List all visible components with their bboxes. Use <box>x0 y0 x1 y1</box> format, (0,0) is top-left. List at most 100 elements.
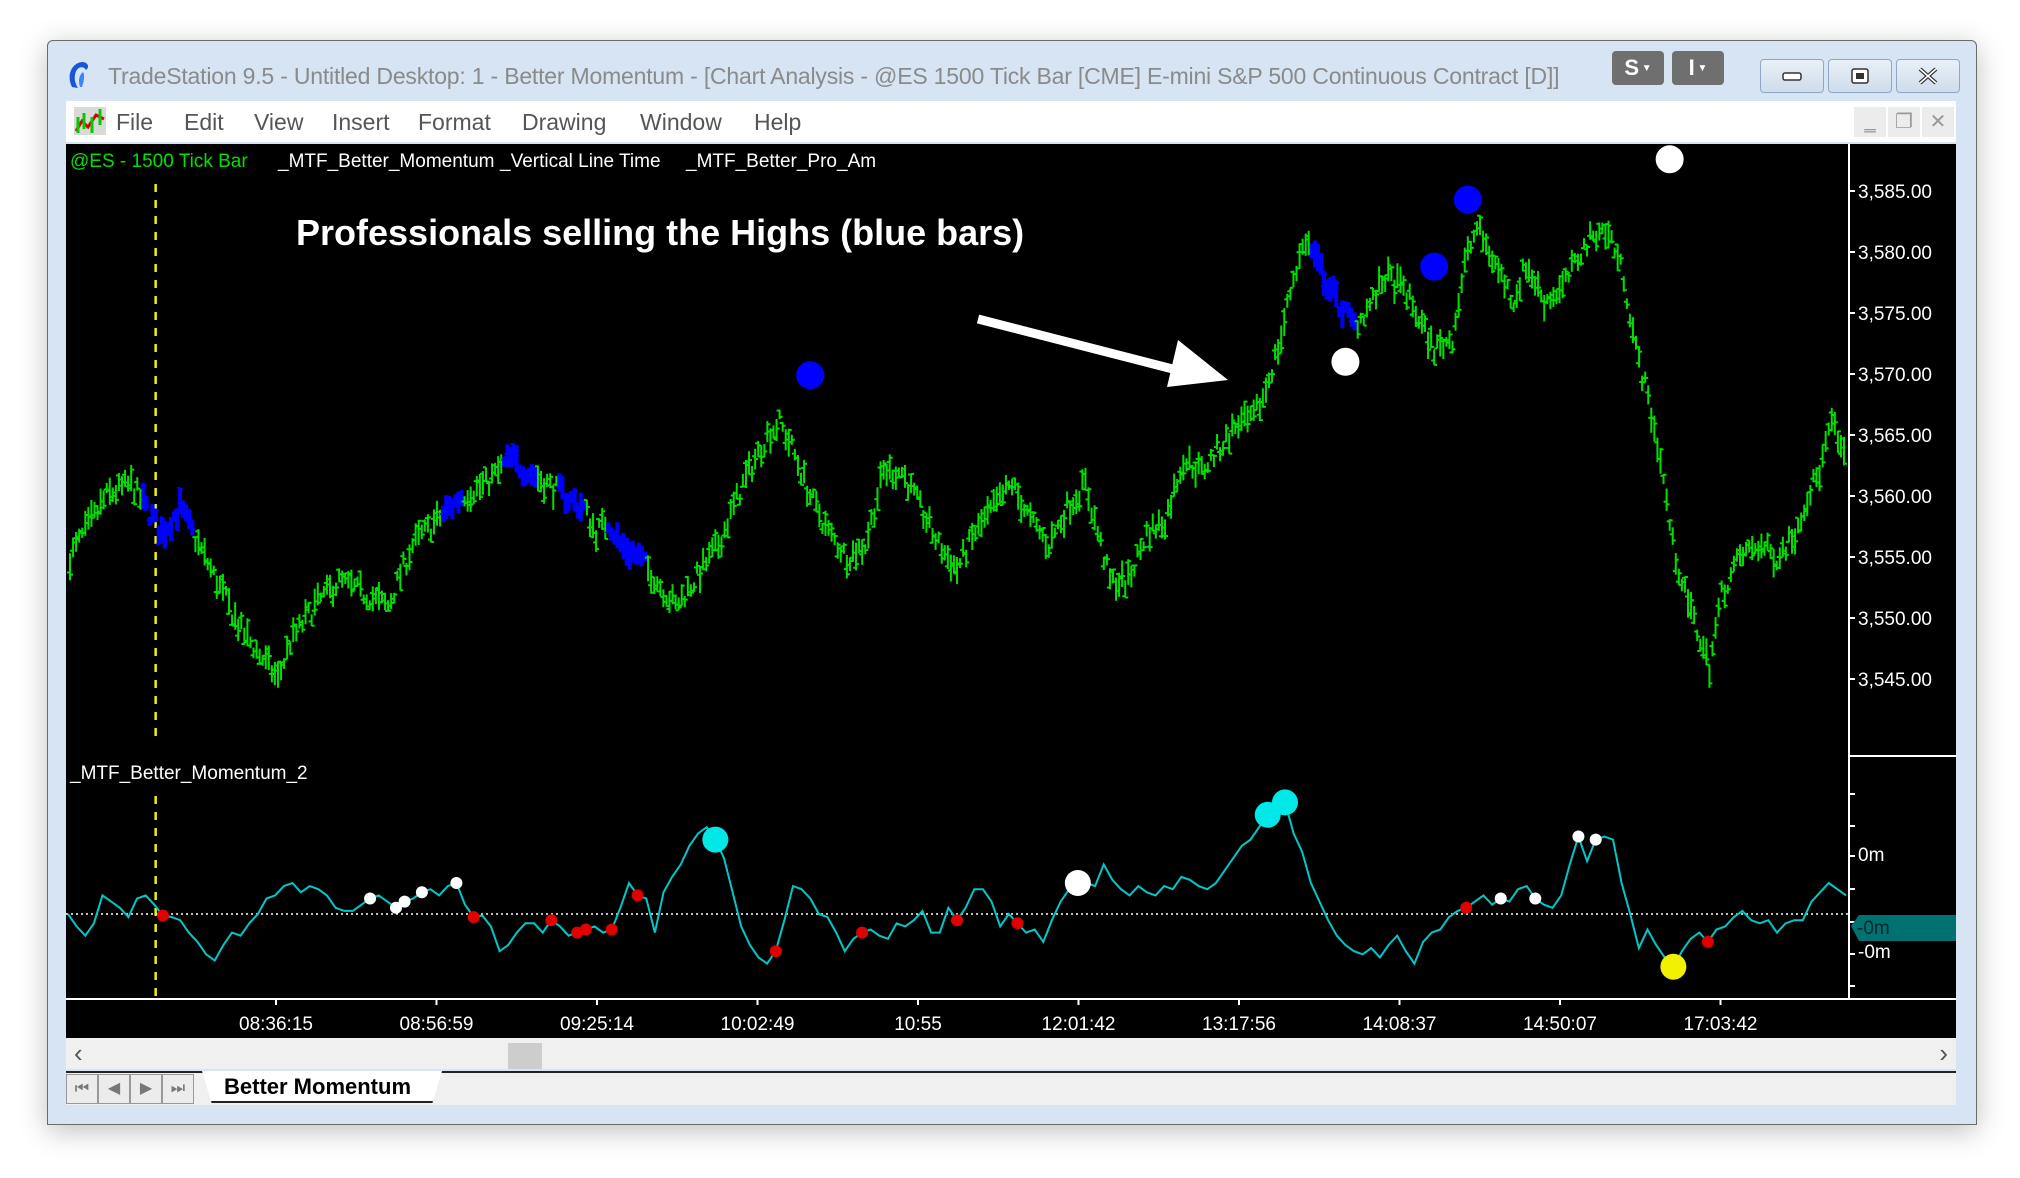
menu-insert[interactable]: Insert <box>332 109 390 136</box>
mdi-minimize-button[interactable]: ‗ <box>1854 107 1886 137</box>
menu-format[interactable]: Format <box>418 109 491 136</box>
first-tab-button[interactable]: ⏮ <box>66 1074 98 1104</box>
close-icon <box>1918 67 1938 85</box>
oscillator-marker-red <box>1460 901 1473 914</box>
price-bar <box>550 484 557 510</box>
tradestation-logo-icon <box>69 62 89 88</box>
horizontal-scrollbar[interactable]: ‹ › <box>66 1038 1956 1069</box>
signal-dot-blue <box>1453 185 1482 214</box>
menu-view[interactable]: View <box>254 109 303 136</box>
price-tick-label: 3,565.00 <box>1858 426 1932 447</box>
time-tick-label: 10:55 <box>894 1014 942 1035</box>
oscillator-marker-white <box>1529 892 1542 905</box>
oscillator-marker-red <box>631 889 644 902</box>
signal-dot-white <box>1331 347 1360 376</box>
osc-tick-label: 0m <box>1858 845 1884 866</box>
last-tab-button[interactable]: ⏭ <box>162 1074 194 1104</box>
price-bar <box>1620 276 1627 292</box>
tab-label: Better Momentum <box>224 1074 412 1099</box>
oscillator-marker-white <box>450 877 463 889</box>
time-tick-label: 09:25:14 <box>560 1014 634 1035</box>
price-bar <box>1645 385 1652 405</box>
legend-study-2: _Vertical Line Time <box>499 151 661 172</box>
menu-bar: File Edit View Insert Format Drawing Win… <box>66 101 1956 142</box>
oscillator-marker-yellow <box>1660 953 1687 980</box>
oscillator-title: _MTF_Better_Momentum_2 <box>69 763 308 784</box>
menu-edit[interactable]: Edit <box>184 109 224 136</box>
price-tick-label: 3,570.00 <box>1858 365 1932 386</box>
price-bar <box>308 614 315 627</box>
time-tick-label: 14:08:37 <box>1363 1014 1437 1035</box>
oscillator-marker-white <box>1064 870 1091 896</box>
price-tick-label: 3,575.00 <box>1858 304 1932 325</box>
chevron-down-icon: ▼ <box>1694 63 1708 75</box>
maximize-icon <box>1851 68 1869 84</box>
chart-svg[interactable]: @ES - 1500 Tick Bar _MTF_Better_Momentum… <box>66 144 1956 1038</box>
oscillator-marker-cyan <box>1271 789 1298 816</box>
annotation-text: Professionals selling the Highs (blue ba… <box>296 212 1024 253</box>
scroll-right-icon[interactable]: › <box>1939 1038 1948 1069</box>
prev-tab-button[interactable]: ◀ <box>98 1074 130 1104</box>
price-bar <box>1660 473 1667 485</box>
first-icon: ⏮ <box>74 1080 90 1097</box>
oscillator-marker-cyan <box>702 826 729 853</box>
tab-better-momentum[interactable]: Better Momentum <box>202 1071 442 1103</box>
prev-icon: ◀ <box>107 1080 121 1097</box>
oscillator-marker-white <box>364 892 377 905</box>
price-tick-label: 3,555.00 <box>1858 548 1932 569</box>
legend-symbol: @ES - 1500 Tick Bar <box>70 151 248 172</box>
menu-file[interactable]: File <box>116 109 153 136</box>
time-tick-label: 12:01:42 <box>1042 1014 1116 1035</box>
tradestation-window: TradeStation 9.5 - Untitled Desktop: 1 -… <box>47 40 1977 1125</box>
title-bar[interactable]: TradeStation 9.5 - Untitled Desktop: 1 -… <box>48 41 1976 101</box>
price-bar <box>400 551 407 565</box>
price-tick-label: 3,585.00 <box>1858 182 1932 203</box>
window-title: TradeStation 9.5 - Untitled Desktop: 1 -… <box>108 63 1560 90</box>
oscillator-marker-red <box>467 911 480 924</box>
s-button-label: S <box>1624 55 1639 80</box>
next-icon: ▶ <box>139 1080 153 1097</box>
oscillator-marker-white <box>1494 892 1507 905</box>
oscillator-marker-white <box>415 886 428 899</box>
scroll-thumb[interactable] <box>508 1043 542 1069</box>
menu-help[interactable]: Help <box>754 109 801 136</box>
time-tick-label: 08:56:59 <box>400 1014 474 1035</box>
price-bar <box>874 487 881 512</box>
oscillator-marker-red <box>545 914 558 927</box>
oscillator-marker-white <box>1589 833 1602 846</box>
oscillator-marker-red <box>579 923 592 936</box>
oscillator-marker-red <box>951 914 963 927</box>
price-bar <box>67 553 73 581</box>
annotation-arrow <box>976 314 1228 387</box>
price-bar <box>1663 488 1670 511</box>
price-axis-bg <box>1849 144 1956 1038</box>
window-title-text: TradeStation 9.5 - Untitled Desktop: 1 -… <box>108 63 1547 89</box>
price-tick-label: 3,580.00 <box>1858 243 1932 264</box>
maximize-button[interactable] <box>1828 59 1892 93</box>
oscillator-marker-white <box>398 895 411 908</box>
chart-analysis-icon <box>74 107 106 135</box>
s-dropdown-button[interactable]: S ▼ <box>1612 51 1664 85</box>
mdi-close-button[interactable]: ✕ <box>1922 107 1954 137</box>
price-bar <box>1712 617 1719 639</box>
i-dropdown-button[interactable]: I ▼ <box>1672 51 1724 85</box>
close-button[interactable] <box>1896 59 1960 93</box>
price-bar <box>1623 298 1630 310</box>
time-tick-label: 17:03:42 <box>1684 1014 1758 1035</box>
window-title-suffix: ]] <box>1546 63 1560 89</box>
mdi-restore-button[interactable]: ❐ <box>1888 107 1920 137</box>
price-tick-label: 3,550.00 <box>1858 609 1932 630</box>
chart-analysis-area[interactable]: @ES - 1500 Tick Bar _MTF_Better_Momentum… <box>66 144 1956 1038</box>
scroll-left-icon[interactable]: ‹ <box>74 1038 83 1069</box>
minimize-button[interactable] <box>1760 59 1824 93</box>
oscillator-marker-red <box>1011 917 1024 930</box>
menu-drawing[interactable]: Drawing <box>522 109 606 136</box>
oscillator-marker-red <box>1701 935 1714 948</box>
menu-window[interactable]: Window <box>640 109 722 136</box>
next-tab-button[interactable]: ▶ <box>130 1074 162 1104</box>
oscillator-marker-white <box>1572 830 1585 843</box>
price-bar <box>1709 641 1716 657</box>
time-tick-label: 14:50:07 <box>1523 1014 1597 1035</box>
minimize-icon <box>1782 72 1802 81</box>
legend-study-3: _MTF_Better_Pro_Am <box>685 151 876 172</box>
